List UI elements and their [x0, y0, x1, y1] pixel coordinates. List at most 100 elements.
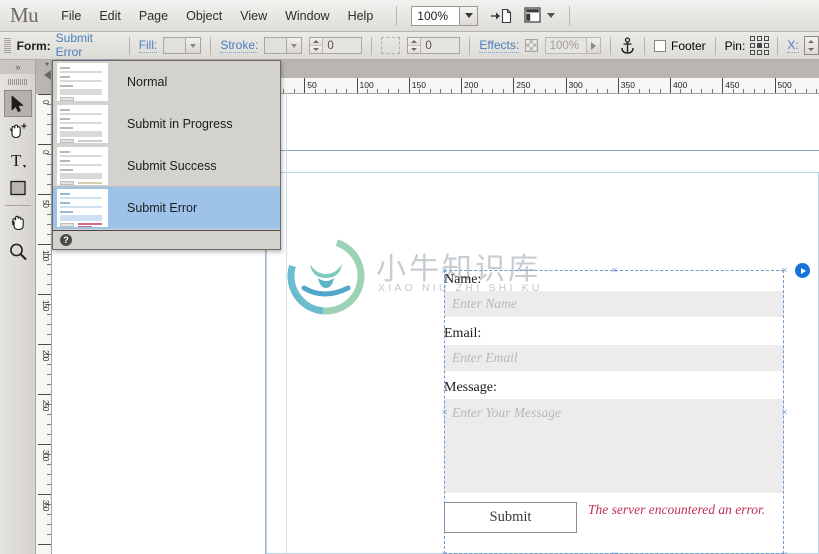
fill-dropdown-arrow[interactable]	[185, 38, 201, 53]
stroke-label[interactable]: Stroke:	[220, 38, 259, 53]
ruler-tick	[38, 344, 51, 345]
corner-radius-stepper[interactable]: 0	[407, 37, 461, 54]
fill-swatch-group[interactable]	[163, 37, 202, 54]
x-coord-stepper[interactable]	[803, 36, 819, 55]
stroke-weight-spin-buttons[interactable]	[310, 38, 324, 53]
corner-radius-decrement[interactable]	[408, 46, 421, 53]
x-coord-increment[interactable]	[805, 37, 818, 46]
x-coord-label[interactable]: X:	[787, 38, 799, 53]
stroke-swatch-group[interactable]	[264, 37, 303, 54]
menu-item-view[interactable]: View	[231, 6, 276, 26]
states-menu-footer: ?	[53, 230, 280, 249]
fill-swatch[interactable]	[164, 38, 186, 53]
contact-form-widget[interactable]: Name: Enter Name Email: Enter Email Mess…	[444, 272, 784, 554]
ruler-label: 0	[41, 100, 50, 104]
corner-style-icon[interactable]	[381, 37, 401, 54]
menu-item-edit[interactable]: Edit	[90, 6, 130, 26]
effects-opacity-value[interactable]: 100%	[544, 37, 587, 54]
zoom-value[interactable]: 100%	[412, 6, 460, 25]
stroke-swatch[interactable]	[265, 38, 287, 53]
guide-vertical-margin[interactable]	[286, 94, 287, 554]
pin-grid-icon[interactable]	[750, 36, 770, 55]
footer-checkbox-group[interactable]: Footer	[654, 39, 706, 53]
email-input[interactable]: Enter Email	[444, 345, 784, 371]
state-item-submit-in-progress[interactable]: Submit in Progress	[53, 103, 280, 145]
ruler-tick	[47, 134, 51, 135]
menu-item-object[interactable]: Object	[177, 6, 231, 26]
state-item-submit-error[interactable]: Submit Error	[53, 187, 280, 229]
stroke-weight-value[interactable]: 0	[323, 38, 361, 53]
corner-radius-spin-buttons[interactable]	[408, 38, 422, 53]
menu-item-help[interactable]: Help	[339, 6, 383, 26]
ruler-tick	[47, 334, 51, 335]
footer-checkbox[interactable]	[654, 39, 666, 52]
text-tool[interactable]: T	[4, 146, 32, 173]
name-input[interactable]: Enter Name	[444, 291, 784, 317]
zoom-tool[interactable]	[4, 238, 32, 265]
ruler-tick	[659, 89, 661, 93]
submit-button[interactable]: Submit	[444, 502, 577, 533]
menu-item-page[interactable]: Page	[130, 6, 177, 26]
ruler-tick	[711, 89, 713, 93]
ruler-tick	[534, 89, 536, 93]
ruler-tick	[732, 89, 734, 93]
effects-opacity-slider-arrow[interactable]	[586, 37, 602, 54]
stroke-weight-increment[interactable]	[310, 38, 323, 46]
footer-label: Footer	[671, 38, 706, 53]
ruler-tick	[680, 89, 682, 93]
stroke-dropdown-arrow[interactable]	[286, 38, 302, 53]
opt-sep-7	[714, 36, 716, 55]
ruler-tick	[638, 89, 640, 93]
ruler-tick	[47, 384, 51, 385]
hand-tool[interactable]	[4, 210, 32, 237]
layout-dropdown-arrow[interactable]	[547, 13, 556, 18]
ruler-tick	[450, 89, 452, 93]
vertical-ruler[interactable]: 0 0 50 100 150 200 250 300 350	[36, 60, 52, 554]
opt-sep-6	[644, 36, 645, 55]
ruler-tick	[753, 89, 755, 93]
tool-panel-grip[interactable]	[0, 76, 35, 88]
ruler-tick	[461, 78, 462, 93]
x-coord-decrement[interactable]	[805, 46, 818, 55]
stroke-weight-stepper[interactable]: 0	[309, 37, 363, 54]
add-page-icon[interactable]	[490, 7, 512, 25]
ruler-tick	[429, 89, 431, 93]
stroke-weight-decrement[interactable]	[310, 46, 323, 53]
effects-label[interactable]: Effects:	[479, 38, 520, 53]
play-preview-icon[interactable]	[795, 263, 810, 278]
email-label: Email:	[444, 326, 482, 341]
options-bar-grip[interactable]	[4, 37, 11, 54]
zoom-dropdown-arrow[interactable]	[459, 6, 478, 25]
ruler-tick	[38, 244, 51, 245]
message-textarea[interactable]: Enter Your Message	[444, 399, 784, 493]
zoom-combo[interactable]: 100%	[411, 5, 479, 26]
ruler-tick	[670, 78, 671, 93]
menu-item-window[interactable]: Window	[276, 6, 338, 26]
ruler-tick	[690, 89, 692, 93]
anchor-icon[interactable]	[620, 36, 635, 55]
state-label-submit-success: Submit Success	[127, 159, 217, 173]
message-label: Message:	[444, 380, 497, 395]
crop-tool[interactable]	[4, 118, 32, 145]
layout-grid-icon[interactable]	[524, 7, 542, 24]
ruler-tick	[304, 78, 306, 93]
selection-tool[interactable]	[3, 90, 32, 117]
corner-radius-increment[interactable]	[408, 38, 421, 46]
state-item-normal[interactable]: Normal	[53, 61, 280, 103]
corner-radius-value[interactable]: 0	[421, 38, 459, 53]
menu-item-file[interactable]: File	[52, 6, 90, 26]
fill-label[interactable]: Fill:	[138, 38, 158, 53]
form-states-menu[interactable]: Normal Submit in Progress Submit Success…	[52, 60, 281, 250]
effects-swatch-icon[interactable]	[525, 39, 538, 52]
ruler-tick	[47, 224, 51, 225]
ruler-label: 200	[41, 350, 50, 361]
state-item-submit-success[interactable]: Submit Success	[53, 145, 280, 187]
ruler-tick	[38, 194, 51, 195]
ruler-tick	[47, 314, 51, 315]
horizontal-ruler[interactable]: 50 100 150 200 250 300 350 400 450 500	[266, 78, 819, 94]
help-icon[interactable]: ?	[60, 234, 72, 246]
form-state-dropdown[interactable]: Submit Error	[55, 31, 120, 60]
ruler-tick	[38, 294, 51, 295]
rectangle-tool[interactable]	[4, 174, 32, 201]
tool-panel-collapse[interactable]: »	[0, 60, 35, 74]
